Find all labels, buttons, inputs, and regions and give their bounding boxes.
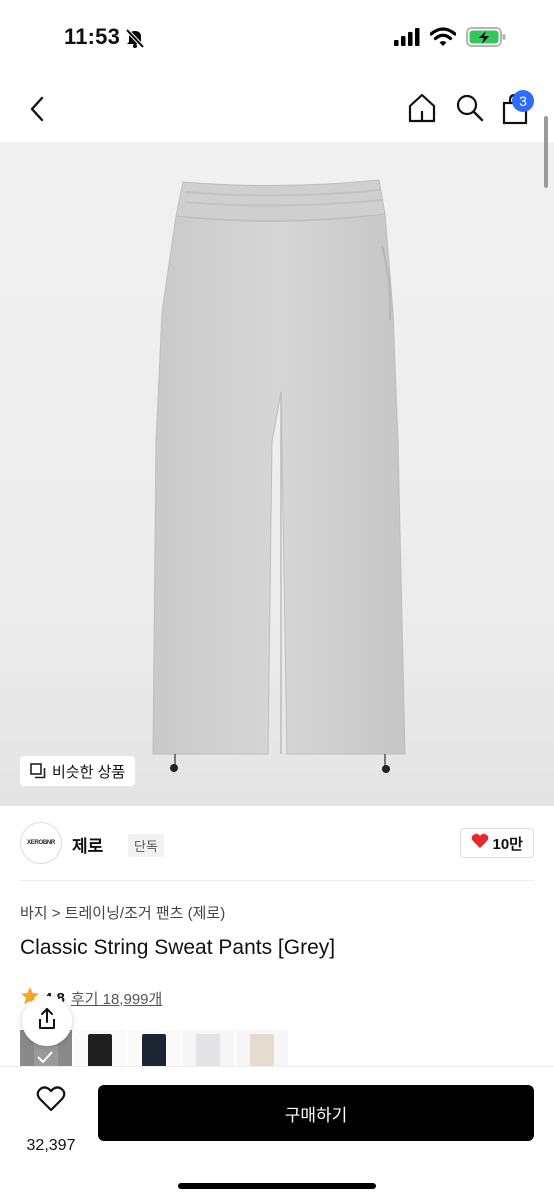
wishlist-button[interactable]: 32,397 (20, 1085, 82, 1154)
heart-filled-icon (471, 833, 489, 853)
swatch-black[interactable] (74, 1030, 126, 1070)
back-arrow-icon[interactable] (24, 94, 52, 124)
swatch-white[interactable] (182, 1030, 234, 1070)
home-indicator (178, 1183, 376, 1189)
brand-name[interactable]: 제로 (72, 832, 103, 857)
brand-row[interactable]: XEROBNR 제로 단독 10만 (20, 818, 534, 870)
buy-button[interactable]: 구매하기 (98, 1085, 534, 1141)
product-image[interactable] (0, 142, 554, 806)
status-bar: 11:53 (0, 0, 554, 70)
share-icon (36, 1007, 58, 1036)
swatch-navy-image (142, 1034, 166, 1070)
divider (20, 880, 534, 881)
swatch-black-image (88, 1034, 112, 1070)
wishlist-count: 32,397 (26, 1137, 76, 1154)
share-button[interactable] (22, 996, 72, 1046)
scroll-indicator (544, 116, 548, 188)
brand-like-count: 10만 (492, 835, 524, 853)
swatch-navy[interactable] (128, 1030, 180, 1070)
cart-count-badge: 3 (512, 90, 534, 112)
swatch-white-image (196, 1034, 220, 1070)
similar-products-label: 비슷한 상품 (52, 763, 126, 781)
top-navigation (0, 80, 554, 140)
swatch-beige[interactable] (236, 1030, 288, 1070)
bottom-action-bar: 32,397 구매하기 (0, 1066, 554, 1200)
swatch-beige-image (250, 1034, 274, 1070)
search-icon[interactable] (454, 92, 486, 124)
home-icon[interactable] (406, 92, 438, 124)
wifi-icon (429, 27, 457, 52)
product-title: Classic String Sweat Pants [Grey] (20, 936, 336, 959)
brand-logo[interactable]: XEROBNR (20, 822, 62, 864)
status-time: 11:53 (64, 24, 121, 49)
similar-products-button[interactable]: 비슷한 상품 (20, 756, 136, 786)
cellular-signal-icon (394, 28, 420, 51)
battery-charging-icon (466, 26, 506, 53)
heart-outline-icon (36, 1086, 66, 1117)
bell-muted-icon (124, 27, 146, 54)
sweatpants-image (152, 179, 406, 773)
exclusive-tag: 단독 (128, 834, 164, 857)
review-count-link[interactable]: 후기 18,999개 (71, 988, 162, 1009)
copy-icon (30, 763, 46, 779)
brand-like-button[interactable]: 10만 (459, 828, 534, 858)
category-breadcrumb[interactable]: 바지 > 트레이닝/조거 팬츠 (제로) (20, 902, 225, 923)
